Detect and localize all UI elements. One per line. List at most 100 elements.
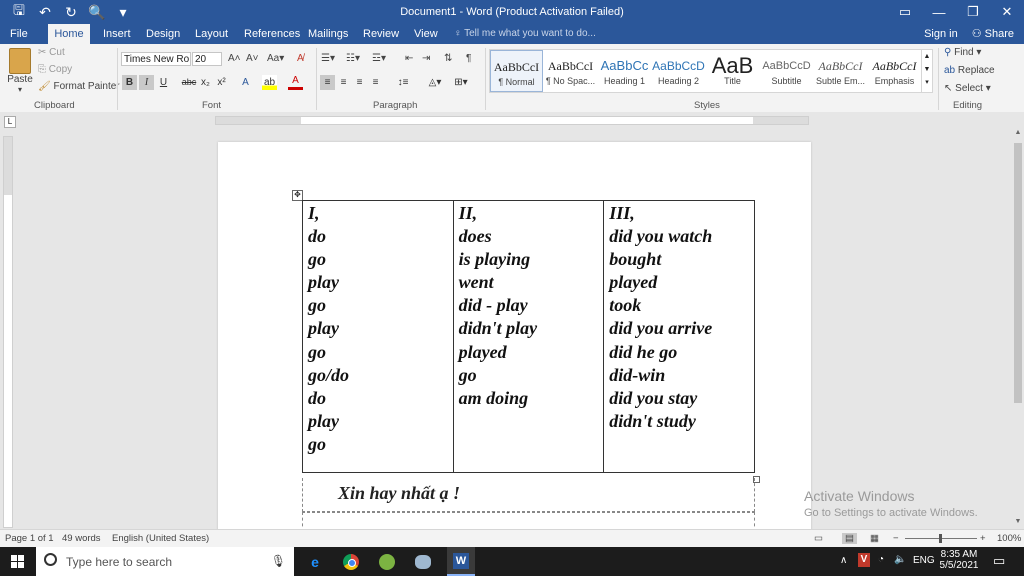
chrome-icon[interactable] <box>340 551 362 572</box>
ribbon-display-options-icon[interactable]: ▭ <box>888 0 922 24</box>
multilevel-list-icon[interactable]: ☲▾ <box>372 53 386 64</box>
zoom-slider[interactable] <box>905 534 977 543</box>
clock[interactable]: 8:35 AM 5/5/2021 <box>939 549 979 571</box>
read-mode-icon[interactable]: ▭ <box>814 533 823 544</box>
change-case-icon[interactable]: Aa▾ <box>267 53 284 64</box>
shading-icon[interactable]: ◬▾ <box>424 75 446 90</box>
taskbar-search-box[interactable]: Type here to search 🎙 <box>36 547 294 576</box>
tab-view[interactable]: View <box>414 24 438 44</box>
table-cell-col3[interactable]: III, did you watch bought played took did you… <box>603 199 755 474</box>
justify-icon[interactable]: ≡ <box>368 75 383 90</box>
tab-design[interactable]: Design <box>146 24 180 44</box>
zoom-out-icon[interactable]: − <box>893 533 899 544</box>
language-status[interactable]: English (United States) <box>112 533 209 544</box>
input-language[interactable]: ENG <box>913 555 935 566</box>
page-count[interactable]: Page 1 of 1 <box>5 533 54 544</box>
replace-button[interactable]: ab Replace <box>944 65 995 76</box>
scroll-down-icon[interactable]: ▼ <box>1012 518 1024 525</box>
italic-button[interactable]: I <box>139 75 154 90</box>
style-no-spacing[interactable]: AaBbCcI ¶ No Spac... <box>544 50 597 92</box>
shrink-font-icon[interactable]: A˅ <box>246 53 259 64</box>
subscript-button[interactable]: x₂ <box>198 75 213 90</box>
edge-icon[interactable]: e <box>304 551 326 572</box>
font-color-icon[interactable]: A <box>288 75 303 90</box>
tab-insert[interactable]: Insert <box>103 24 131 44</box>
style-heading-2[interactable]: AaBbCcD Heading 2 <box>652 50 705 92</box>
volume-icon[interactable]: 🔈 <box>894 554 906 565</box>
table-cell-col1[interactable]: I, do go play go play go go/do do play go <box>302 199 454 474</box>
web-layout-icon[interactable]: ▦ <box>870 533 879 544</box>
style-normal[interactable]: AaBbCcI ¶ Normal <box>490 50 543 92</box>
tab-references[interactable]: References <box>244 24 300 44</box>
grow-font-icon[interactable]: A˄ <box>228 53 241 64</box>
decrease-indent-icon[interactable]: ⇤ <box>405 53 413 64</box>
cut-button[interactable]: ✂ Cut <box>38 47 65 58</box>
style-subtle-emphasis[interactable]: AaBbCcI Subtle Em... <box>814 50 867 92</box>
restore-button[interactable]: ❐ <box>956 0 990 24</box>
zoom-level[interactable]: 100% <box>997 533 1021 544</box>
tab-file[interactable]: File <box>10 24 34 44</box>
highlight-icon[interactable]: ab <box>262 75 277 90</box>
share-button[interactable]: ⚇ Share <box>972 24 1014 44</box>
zoom-slider-thumb[interactable] <box>939 534 942 543</box>
closing-paragraph[interactable]: Xin hay nhất ạ ! <box>302 478 755 512</box>
underline-button[interactable]: U <box>156 75 171 90</box>
vertical-scrollbar[interactable]: ▲ ▼ <box>1012 129 1024 529</box>
close-button[interactable]: ✕ <box>990 0 1024 24</box>
table-cell-col2[interactable]: II, does is playing went did - play didn't pl… <box>452 199 605 474</box>
borders-icon[interactable]: ⊞▾ <box>450 75 472 90</box>
tab-mailings[interactable]: Mailings <box>308 24 348 44</box>
print-preview-icon[interactable]: 🔍 <box>84 0 110 24</box>
scrollbar-thumb[interactable] <box>1014 143 1022 403</box>
app-icon[interactable] <box>376 551 398 572</box>
undo-icon[interactable]: ↶ <box>32 0 58 24</box>
answer-table[interactable]: I, do go play go play go go/do do play go II, does i… <box>302 199 755 474</box>
paste-button[interactable]: Paste ▾ <box>6 48 34 94</box>
windows-start-icon[interactable] <box>6 551 28 572</box>
vertical-ruler[interactable] <box>3 136 13 528</box>
customize-qat-icon[interactable]: ▾ <box>110 0 136 24</box>
tab-selector-icon[interactable]: L <box>4 116 16 128</box>
style-subtitle[interactable]: AaBbCcD Subtitle <box>760 50 813 92</box>
save-icon[interactable]: 🖫 <box>6 0 32 24</box>
microphone-icon[interactable]: 🎙 <box>271 554 286 568</box>
find-button[interactable]: ⚲ Find ▾ <box>944 47 981 58</box>
notifications-icon[interactable]: ▭ <box>993 553 1005 569</box>
redo-icon[interactable]: ↻ <box>58 0 84 24</box>
increase-indent-icon[interactable]: ⇥ <box>422 53 430 64</box>
show-hidden-icons[interactable]: ∧ <box>840 555 847 566</box>
zoom-in-icon[interactable]: + <box>980 533 986 544</box>
copy-button[interactable]: ⎘ Copy <box>38 64 72 75</box>
show-formatting-marks-icon[interactable]: ¶ <box>466 53 471 64</box>
align-right-icon[interactable]: ≡ <box>352 75 367 90</box>
clear-formatting-icon[interactable]: A̸ <box>297 53 304 64</box>
network-icon[interactable]: ◔ <box>878 554 884 565</box>
line-spacing-icon[interactable]: ↕≡ <box>392 75 414 90</box>
format-painter-button[interactable]: 🖌 Format Painter <box>38 81 120 92</box>
sort-icon[interactable]: ⇅ <box>444 53 452 64</box>
select-button[interactable]: ↖ Select ▾ <box>944 83 991 94</box>
tab-layout[interactable]: Layout <box>195 24 228 44</box>
text-effects-icon[interactable]: A <box>238 75 253 90</box>
tab-review[interactable]: Review <box>363 24 399 44</box>
align-left-icon[interactable]: ≡ <box>320 75 335 90</box>
style-heading-1[interactable]: AaBbCc Heading 1 <box>598 50 651 92</box>
paint-icon[interactable] <box>412 551 434 572</box>
minimize-button[interactable]: — <box>922 0 956 24</box>
superscript-button[interactable]: x² <box>214 75 229 90</box>
numbering-icon[interactable]: ☷▾ <box>346 53 360 64</box>
scroll-up-icon[interactable]: ▲ <box>1012 129 1024 136</box>
horizontal-ruler[interactable] <box>215 116 809 125</box>
font-size-select[interactable]: 20 <box>192 52 222 66</box>
bold-button[interactable]: B <box>122 75 137 90</box>
tab-home[interactable]: Home <box>48 24 90 44</box>
bullets-icon[interactable]: ☰▾ <box>321 53 335 64</box>
antivirus-icon[interactable]: V <box>858 553 870 567</box>
style-title[interactable]: AaB Title <box>706 50 759 92</box>
sign-in-link[interactable]: Sign in <box>924 24 958 44</box>
strikethrough-button[interactable]: abc <box>180 75 198 90</box>
print-layout-icon[interactable]: ▤ <box>842 533 857 544</box>
word-taskbar-icon[interactable]: W <box>447 547 475 576</box>
word-count[interactable]: 49 words <box>62 533 101 544</box>
styles-scroll[interactable]: ▲ ▼ ▾ <box>921 50 932 92</box>
